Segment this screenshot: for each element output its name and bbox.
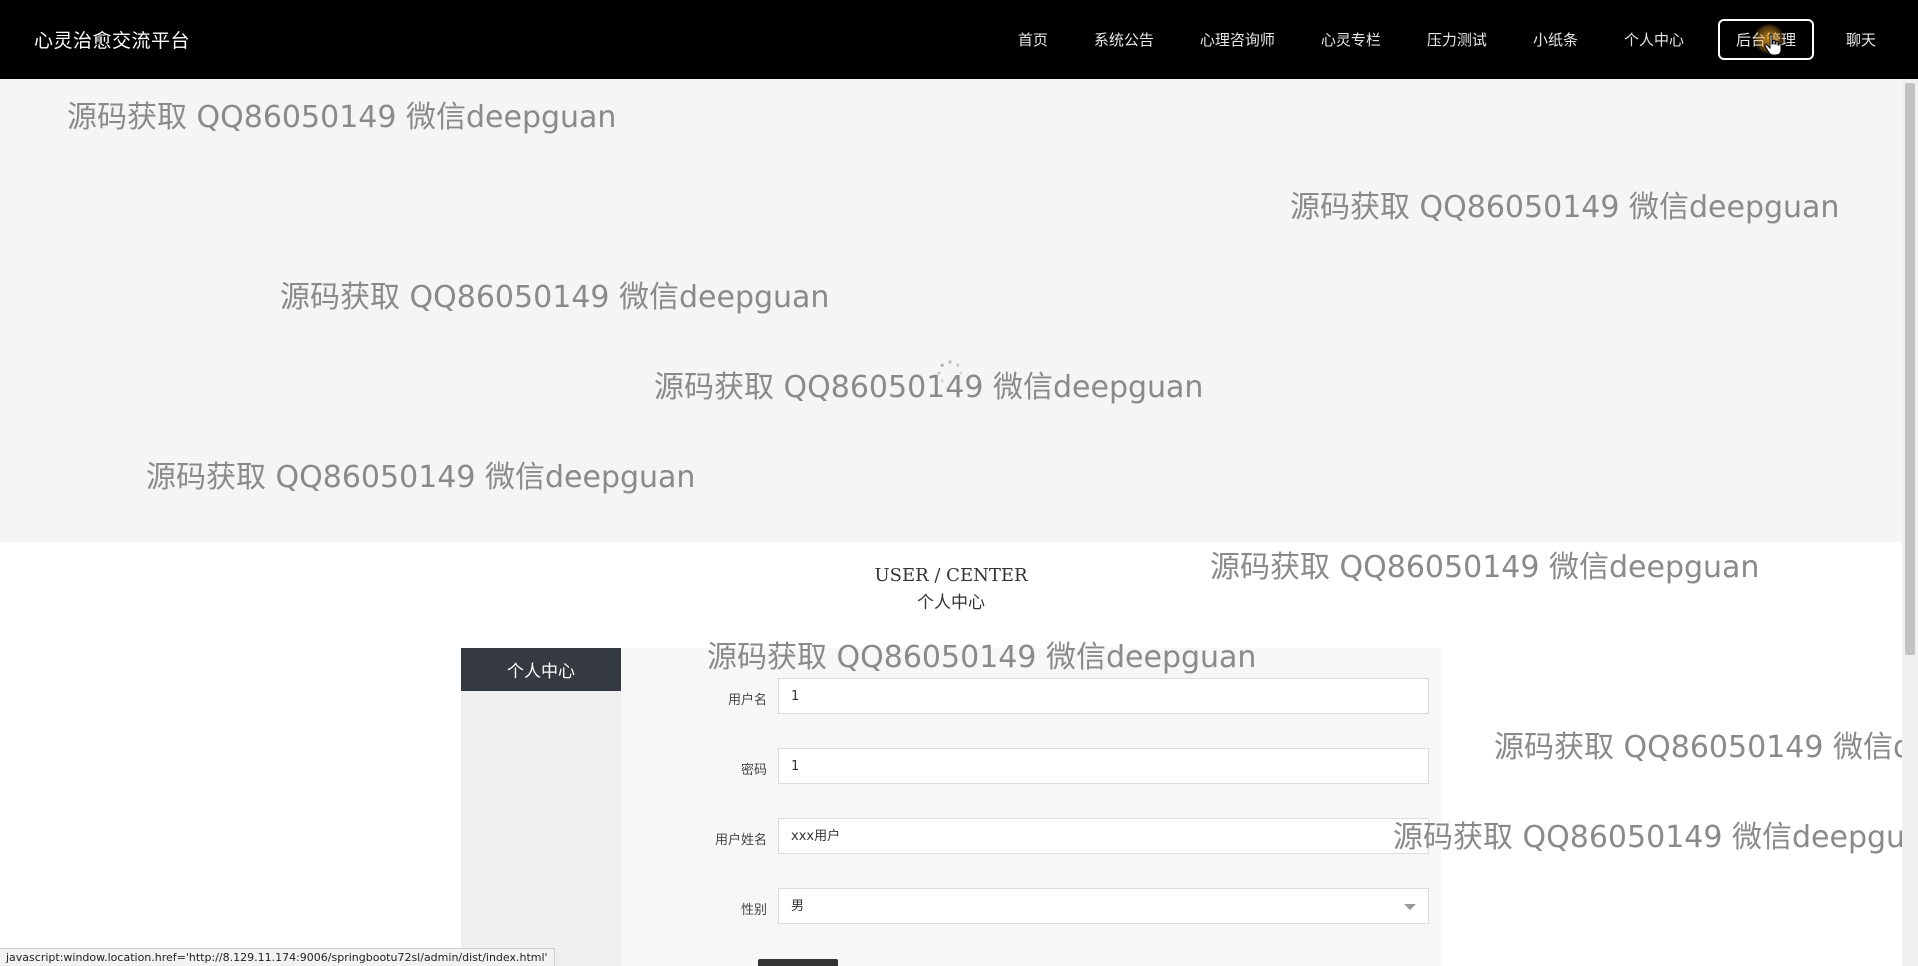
nav-item-admin[interactable]: 后台管理 bbox=[1717, 19, 1814, 60]
nav-item-notes[interactable]: 小纸条 bbox=[1533, 29, 1578, 50]
nav-menu: 首页 系统公告 心理咨询师 心灵专栏 压力测试 小纸条 个人中心 后台管理 聊天 bbox=[972, 0, 1876, 79]
nav-item-counselors[interactable]: 心理咨询师 bbox=[1200, 29, 1275, 50]
username-label: 用户名 bbox=[727, 693, 767, 708]
scrollbar-thumb[interactable] bbox=[1905, 83, 1915, 655]
watermark-text: 源码获取 QQ86050149 微信deepguan bbox=[654, 370, 1204, 405]
password-input[interactable]: 1 bbox=[778, 748, 1429, 784]
avatar-image[interactable] bbox=[758, 959, 838, 966]
fullname-label: 用户姓名 bbox=[714, 833, 767, 848]
password-label: 密码 bbox=[740, 763, 767, 778]
nav-item-home[interactable]: 首页 bbox=[1018, 29, 1048, 50]
watermark-text: 源码获取 QQ86050149 微信deepguan bbox=[707, 640, 1257, 675]
chevron-down-icon bbox=[1404, 904, 1416, 910]
watermark-text: 源码获取 QQ86050149 微信deepguan bbox=[1393, 820, 1902, 855]
browser-status-bar: javascript:window.location.href='http://… bbox=[0, 948, 555, 966]
side-menu: 个人中心 bbox=[461, 648, 621, 966]
gender-select-value: 男 bbox=[791, 899, 805, 914]
watermark-text: 源码获取 QQ86050149 微信deepguan bbox=[1290, 190, 1840, 225]
form-row-fullname: 用户姓名 xxx用户 bbox=[621, 818, 1441, 858]
username-input[interactable]: 1 bbox=[778, 678, 1429, 714]
gender-select[interactable]: 男 bbox=[778, 888, 1429, 924]
user-center-panel: 个人中心 用户名 1 密码 1 用户姓名 xxx用户 性别 男 bbox=[461, 648, 1441, 966]
nav-item-column[interactable]: 心灵专栏 bbox=[1321, 29, 1381, 50]
nav-item-personal-center[interactable]: 个人中心 bbox=[1624, 29, 1684, 50]
form-row-username: 用户名 1 bbox=[621, 678, 1441, 718]
watermark-text: 源码获取 QQ86050149 微信deepguan bbox=[67, 100, 617, 135]
nav-item-announcements[interactable]: 系统公告 bbox=[1094, 29, 1154, 50]
fullname-input[interactable]: xxx用户 bbox=[778, 818, 1429, 854]
section-title-cn: 个人中心 bbox=[917, 593, 985, 613]
watermark-text: 源码获取 QQ86050149 微信deepguan bbox=[280, 280, 830, 315]
gender-label: 性别 bbox=[740, 903, 767, 918]
watermark-text: 源码获取 QQ86050149 微信deepguan bbox=[1210, 550, 1760, 585]
watermark-text: 源码获取 QQ86050149 微信deepguan bbox=[1494, 730, 1902, 765]
page-scrollbar[interactable] bbox=[1902, 79, 1918, 966]
site-brand[interactable]: 心灵治愈交流平台 bbox=[34, 26, 190, 53]
side-menu-personal-center[interactable]: 个人中心 bbox=[461, 648, 621, 691]
watermark-text: 源码获取 QQ86050149 微信deepguan bbox=[146, 460, 696, 495]
top-navbar: 心灵治愈交流平台 首页 系统公告 心理咨询师 心灵专栏 压力测试 小纸条 个人中… bbox=[0, 0, 1918, 79]
nav-item-stress-test[interactable]: 压力测试 bbox=[1427, 29, 1487, 50]
hand-cursor-icon bbox=[1764, 33, 1782, 56]
nav-item-chat[interactable]: 聊天 bbox=[1846, 29, 1876, 50]
form-row-password: 密码 1 bbox=[621, 748, 1441, 788]
form-row-gender: 性别 男 bbox=[621, 888, 1441, 928]
